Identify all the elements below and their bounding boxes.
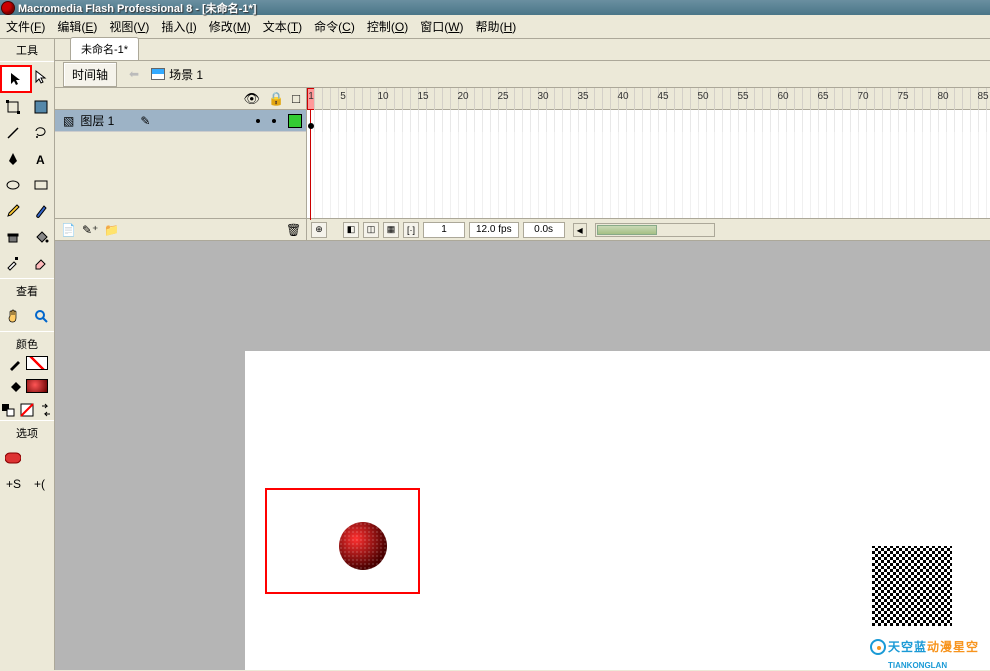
text-tool[interactable]: A <box>28 147 54 171</box>
paint-bucket-tool[interactable] <box>28 225 54 249</box>
layer-footer: 📄 ✎⁺ 📁 🗑 <box>55 218 306 240</box>
fill-color-icon <box>7 379 23 398</box>
edit-bar: 时间轴 ⬅ 场景 1 <box>55 61 990 88</box>
snap-to-objects-button[interactable] <box>0 446 26 470</box>
timeline-scroll-thumb[interactable] <box>597 225 657 235</box>
tools-panel: 工具 A 查看 颜色 <box>0 39 55 670</box>
edit-multiple-frames-button[interactable]: ▦ <box>383 222 399 238</box>
frames-footer: ⊕ ◧ ◫ ▦ [·] 1 12.0 fps 0.0s ◂ <box>307 218 990 240</box>
svg-text:+S: +S <box>6 477 21 491</box>
back-arrow-icon[interactable]: ⬅ <box>123 67 145 81</box>
add-folder-button[interactable]: 📁 <box>104 223 119 237</box>
fill-color-swatch[interactable] <box>26 379 48 393</box>
lasso-tool[interactable] <box>28 121 54 145</box>
menu-view[interactable]: 视图(V) <box>103 15 155 38</box>
scene-name: 场景 1 <box>169 66 203 83</box>
straighten-option[interactable]: +( <box>28 472 54 496</box>
timeline-toggle-button[interactable]: 时间轴 <box>63 62 117 87</box>
black-white-button[interactable] <box>0 402 16 418</box>
document-area: 未命名-1* 时间轴 ⬅ 场景 1 👁 🔒 □ ▧ 图层 1 ✎ <box>55 39 990 670</box>
frames-row-layer1[interactable] <box>307 110 990 132</box>
watermark: 天空蓝动漫星空 TIANKONGLAN <box>870 638 979 671</box>
subselection-tool[interactable] <box>28 65 54 89</box>
layer-header: 👁 🔒 □ <box>55 88 306 110</box>
stage-container[interactable] <box>55 241 990 670</box>
menu-modify[interactable]: 修改(M) <box>203 15 257 38</box>
eraser-tool[interactable] <box>28 251 54 275</box>
pencil-tool[interactable] <box>0 199 26 223</box>
color-section-label: 颜色 <box>0 331 54 354</box>
no-color-button[interactable] <box>19 402 35 418</box>
layer-row-1[interactable]: ▧ 图层 1 ✎ <box>55 110 306 132</box>
tools-header: 工具 <box>0 39 54 62</box>
layer-name: 图层 1 <box>80 112 114 129</box>
eyedropper-tool[interactable] <box>0 251 26 275</box>
pen-tool[interactable] <box>0 147 26 171</box>
outline-icon[interactable]: □ <box>292 91 300 106</box>
brush-tool[interactable] <box>28 199 54 223</box>
layer-type-icon: ▧ <box>63 114 74 128</box>
layer-pencil-icon: ✎ <box>140 114 150 128</box>
qr-code <box>866 540 958 632</box>
eye-icon[interactable]: 👁 <box>243 91 260 107</box>
onion-skin-outlines-button[interactable]: ◫ <box>363 222 379 238</box>
gradient-transform-tool[interactable] <box>28 95 54 119</box>
watermark-icon <box>870 639 886 655</box>
scene-icon <box>151 68 165 80</box>
stage-object-oval[interactable] <box>339 522 387 570</box>
free-transform-tool[interactable] <box>0 95 26 119</box>
layer-empty-area <box>55 132 306 218</box>
title-bar: Macromedia Flash Professional 8 - [未命名-1… <box>0 0 990 15</box>
fps-field: 12.0 fps <box>469 222 519 238</box>
timeline-panel: 👁 🔒 □ ▧ 图层 1 ✎ 📄 ✎⁺ 📁 🗑 <box>55 88 990 241</box>
frames-empty-area <box>307 132 990 218</box>
menu-file[interactable]: 文件(F) <box>0 15 51 38</box>
rectangle-tool[interactable] <box>28 173 54 197</box>
smooth-option[interactable]: +S <box>0 472 26 496</box>
menu-edit[interactable]: 编辑(E) <box>51 15 103 38</box>
oval-tool[interactable] <box>0 173 26 197</box>
menu-control[interactable]: 控制(O) <box>361 15 414 38</box>
keyframe-1[interactable] <box>308 123 314 129</box>
stroke-color-icon <box>7 356 23 375</box>
window-title: Macromedia Flash Professional 8 - [未命名-1… <box>18 0 256 16</box>
layer-outline-color[interactable] <box>288 114 302 128</box>
scene-breadcrumb[interactable]: 场景 1 <box>151 66 203 83</box>
elapsed-field: 0.0s <box>523 222 565 238</box>
menu-command[interactable]: 命令(C) <box>308 15 361 38</box>
frames-panel: 15101520253035404550556065707580859095 ⊕… <box>307 88 990 240</box>
app-icon <box>2 2 14 14</box>
layer-panel: 👁 🔒 □ ▧ 图层 1 ✎ 📄 ✎⁺ 📁 🗑 <box>55 88 307 240</box>
view-section-label: 查看 <box>0 278 54 301</box>
menu-insert[interactable]: 插入(I) <box>155 15 202 38</box>
onion-skin-button[interactable]: ◧ <box>343 222 359 238</box>
svg-text:A: A <box>36 153 45 167</box>
timeline-ruler[interactable]: 15101520253035404550556065707580859095 <box>307 88 990 110</box>
zoom-tool[interactable] <box>28 304 54 328</box>
ink-bottle-tool[interactable] <box>0 225 26 249</box>
current-frame-field: 1 <box>423 222 465 238</box>
line-tool[interactable] <box>0 121 26 145</box>
add-guide-layer-button[interactable]: ✎⁺ <box>82 223 98 237</box>
document-tab-bar: 未命名-1* <box>55 39 990 61</box>
lock-icon[interactable]: 🔒 <box>268 91 284 107</box>
document-tab[interactable]: 未命名-1* <box>70 37 139 60</box>
menu-text[interactable]: 文本(T) <box>257 15 308 38</box>
timeline-scroll-left[interactable]: ◂ <box>573 223 587 237</box>
add-layer-button[interactable]: 📄 <box>61 223 76 237</box>
menu-bar: 文件(F) 编辑(E) 视图(V) 插入(I) 修改(M) 文本(T) 命令(C… <box>0 15 990 39</box>
delete-layer-button[interactable]: 🗑 <box>286 223 300 237</box>
center-frame-button[interactable]: ⊕ <box>311 222 327 238</box>
options-section-label: 选项 <box>0 420 54 443</box>
menu-window[interactable]: 窗口(W) <box>414 15 469 38</box>
timeline-scrollbar[interactable] <box>595 223 715 237</box>
menu-help[interactable]: 帮助(H) <box>470 15 523 38</box>
swap-colors-button[interactable] <box>38 402 54 418</box>
modify-onion-markers-button[interactable]: [·] <box>403 222 419 238</box>
hand-tool[interactable] <box>0 304 26 328</box>
stroke-color-swatch[interactable] <box>26 356 48 370</box>
svg-text:+(: +( <box>34 477 45 491</box>
